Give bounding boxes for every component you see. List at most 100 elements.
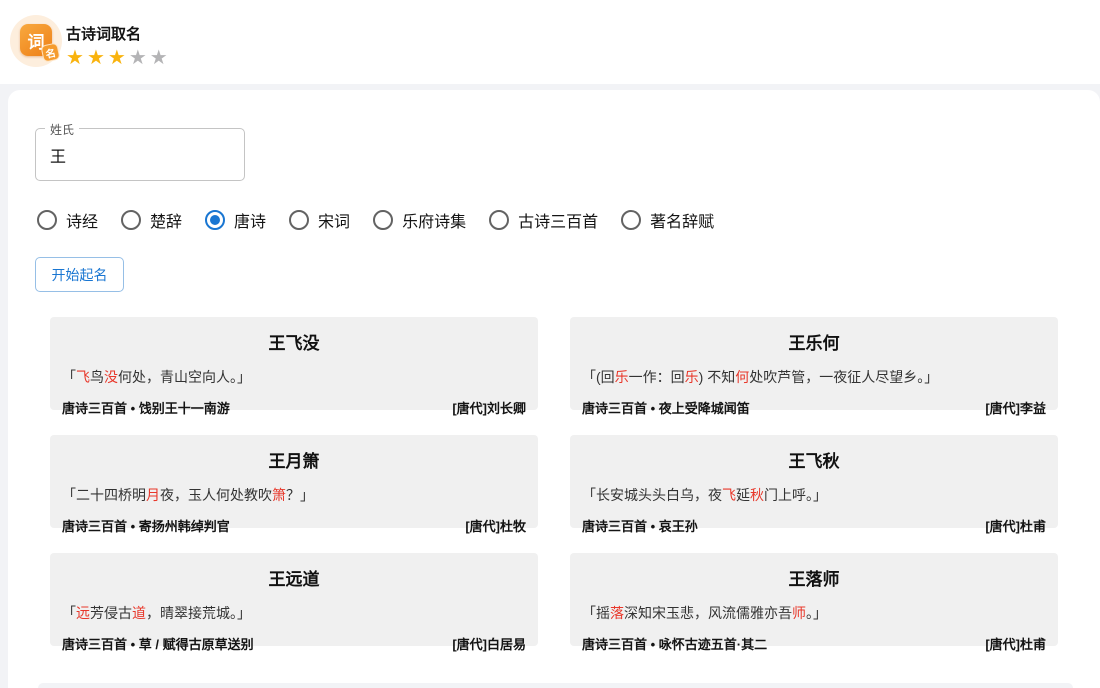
category-radio-label: 唐诗 — [234, 208, 266, 232]
category-radio-label: 楚辞 — [150, 208, 182, 232]
radio-circle-icon — [489, 210, 509, 230]
category-radio-option[interactable]: 乐府诗集 — [373, 208, 466, 232]
quote-text: 「长安城头头白乌，夜 — [582, 487, 722, 503]
quote-text: 深知宋玉悲，风流儒雅亦吾 — [624, 605, 792, 621]
radio-circle-icon — [621, 210, 641, 230]
surname-field[interactable]: 姓氏 — [35, 128, 245, 181]
result-author: [唐代]杜甫 — [985, 634, 1046, 653]
quote-text: ？」 — [286, 487, 314, 503]
app-header: 词 名 古诗词取名 ★★★★★ — [0, 0, 1100, 84]
quote-text: 夜，玉人何处教吹 — [160, 487, 272, 503]
category-radio-label: 古诗三百首 — [518, 208, 598, 232]
category-radio-option[interactable]: 宋词 — [289, 208, 350, 232]
quote-text: 处吹芦管，一夜征人尽望乡。」 — [749, 369, 938, 385]
quote-text: 。」 — [806, 605, 827, 621]
result-quote: 「二十四桥明月夜，玉人何处教吹箫？」 — [62, 485, 526, 505]
category-radio-group: 诗经 楚辞 唐诗 宋词 乐府诗集 古诗三百首 著名辞赋 — [37, 208, 1100, 232]
result-quote: 「(回乐一作：回乐) 不知何处吹芦管，一夜征人尽望乡。」 — [582, 367, 1046, 387]
radio-circle-icon — [205, 210, 225, 230]
radio-circle-icon — [37, 210, 57, 230]
quote-highlight-char: 月 — [146, 487, 160, 503]
result-quote: 「远芳侵古道，晴翠接荒城。」 — [62, 603, 526, 623]
result-card: 王飞秋 「长安城头头白乌，夜飞延秋门上呼。」 唐诗三百首 • 哀王孙 [唐代]杜… — [570, 435, 1058, 528]
result-card: 王乐何 「(回乐一作：回乐) 不知何处吹芦管，一夜征人尽望乡。」 唐诗三百首 •… — [570, 317, 1058, 410]
result-card: 王月箫 「二十四桥明月夜，玉人何处教吹箫？」 唐诗三百首 • 寄扬州韩绰判官 [… — [50, 435, 538, 528]
quote-highlight-char: 秋 — [750, 487, 764, 503]
category-radio-label: 宋词 — [318, 208, 350, 232]
category-radio-option[interactable]: 诗经 — [37, 208, 98, 232]
star-filled-icon[interactable]: ★ — [108, 47, 129, 69]
result-source: 唐诗三百首 • 夜上受降城闻笛 — [582, 398, 750, 417]
result-author: [唐代]刘长卿 — [452, 398, 526, 417]
quote-text: ，晴翠接荒城。」 — [146, 605, 251, 621]
category-radio-option[interactable]: 古诗三百首 — [489, 208, 598, 232]
quote-text: ) 不知 — [699, 369, 736, 385]
result-quote: 「长安城头头白乌，夜飞延秋门上呼。」 — [582, 485, 1046, 505]
quote-highlight-char: 飞 — [722, 487, 736, 503]
result-source: 唐诗三百首 • 寄扬州韩绰判官 — [62, 516, 230, 535]
result-name: 王月箫 — [62, 447, 526, 472]
result-source: 唐诗三百首 • 咏怀古迹五首·其二 — [582, 634, 767, 653]
result-meta: 唐诗三百首 • 哀王孙 [唐代]杜甫 — [582, 516, 1046, 535]
quote-highlight-char: 道 — [132, 605, 146, 621]
next-section-edge — [38, 683, 1073, 688]
rating-stars[interactable]: ★★★★★ — [66, 48, 171, 68]
result-name: 王飞没 — [62, 329, 526, 354]
quote-highlight-char: 远 — [76, 605, 90, 621]
result-meta: 唐诗三百首 • 草 / 赋得古原草送别 [唐代]白居易 — [62, 634, 526, 653]
result-author: [唐代]李益 — [985, 398, 1046, 417]
quote-highlight-char: 何 — [735, 369, 749, 385]
result-card: 王飞没 「飞鸟没何处，青山空向人。」 唐诗三百首 • 饯别王十一南游 [唐代]刘… — [50, 317, 538, 410]
result-author: [唐代]杜甫 — [985, 516, 1046, 535]
surname-field-label: 姓氏 — [45, 121, 79, 138]
category-radio-option[interactable]: 著名辞赋 — [621, 208, 714, 232]
quote-text: 芳侵古 — [90, 605, 132, 621]
start-naming-button[interactable]: 开始起名 — [35, 257, 124, 292]
quote-text: 「二十四桥明 — [62, 487, 146, 503]
star-empty-icon[interactable]: ★ — [150, 47, 171, 69]
radio-circle-icon — [289, 210, 309, 230]
app-logo-icon: 词 名 — [10, 15, 62, 67]
result-source: 唐诗三百首 • 饯别王十一南游 — [62, 398, 230, 417]
quote-text: 延 — [736, 487, 750, 503]
radio-circle-icon — [121, 210, 141, 230]
quote-text: 「(回 — [582, 369, 615, 385]
category-radio-label: 著名辞赋 — [650, 208, 714, 232]
result-meta: 唐诗三百首 • 夜上受降城闻笛 [唐代]李益 — [582, 398, 1046, 417]
quote-text: 门上呼。」 — [764, 487, 827, 503]
quote-text: 「 — [62, 369, 76, 385]
logo-badge-glyph: 名 — [40, 42, 60, 62]
page-title: 古诗词取名 — [66, 23, 171, 44]
result-source: 唐诗三百首 • 哀王孙 — [582, 516, 698, 535]
result-name: 王飞秋 — [582, 447, 1046, 472]
title-block: 古诗词取名 ★★★★★ — [66, 23, 171, 68]
result-quote: 「摇落深知宋玉悲，风流儒雅亦吾师。」 — [582, 603, 1046, 623]
quote-highlight-char: 乐 — [685, 369, 699, 385]
category-radio-label: 乐府诗集 — [402, 208, 466, 232]
category-radio-option[interactable]: 楚辞 — [121, 208, 182, 232]
results-grid: 王飞没 「飞鸟没何处，青山空向人。」 唐诗三百首 • 饯别王十一南游 [唐代]刘… — [50, 317, 1058, 646]
quote-highlight-char: 师 — [792, 605, 806, 621]
result-card: 王远道 「远芳侵古道，晴翠接荒城。」 唐诗三百首 • 草 / 赋得古原草送别 [… — [50, 553, 538, 646]
result-author: [唐代]杜牧 — [465, 516, 526, 535]
quote-highlight-char: 乐 — [615, 369, 629, 385]
star-empty-icon[interactable]: ★ — [129, 47, 150, 69]
result-meta: 唐诗三百首 • 咏怀古迹五首·其二 [唐代]杜甫 — [582, 634, 1046, 653]
result-card: 王落师 「摇落深知宋玉悲，风流儒雅亦吾师。」 唐诗三百首 • 咏怀古迹五首·其二… — [570, 553, 1058, 646]
quote-highlight-char: 落 — [610, 605, 624, 621]
radio-circle-icon — [373, 210, 393, 230]
category-radio-option[interactable]: 唐诗 — [205, 208, 266, 232]
main-panel: 姓氏 诗经 楚辞 唐诗 宋词 乐府诗集 古诗三百首 著名辞赋 开始起名 王飞没 … — [8, 90, 1100, 688]
result-quote: 「飞鸟没何处，青山空向人。」 — [62, 367, 526, 387]
quote-text: 一作：回 — [629, 369, 685, 385]
result-source: 唐诗三百首 • 草 / 赋得古原草送别 — [62, 634, 254, 653]
quote-highlight-char: 没 — [104, 369, 118, 385]
star-filled-icon[interactable]: ★ — [66, 47, 87, 69]
result-name: 王乐何 — [582, 329, 1046, 354]
category-radio-label: 诗经 — [66, 208, 98, 232]
quote-text: 鸟 — [90, 369, 104, 385]
result-name: 王落师 — [582, 565, 1046, 590]
result-meta: 唐诗三百首 • 寄扬州韩绰判官 [唐代]杜牧 — [62, 516, 526, 535]
star-filled-icon[interactable]: ★ — [87, 47, 108, 69]
quote-highlight-char: 箫 — [272, 487, 286, 503]
